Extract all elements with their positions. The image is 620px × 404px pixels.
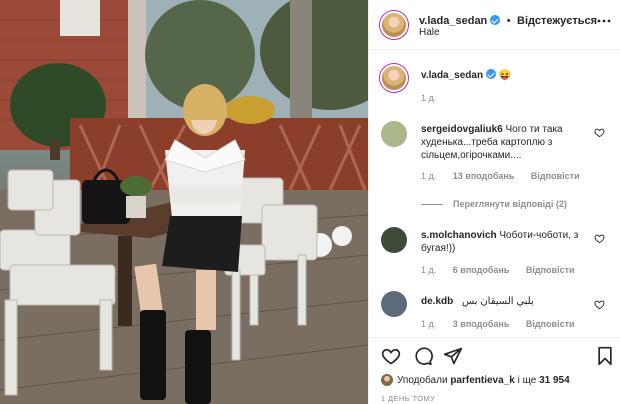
comment-likes[interactable]: 13 вподобань: [453, 171, 515, 181]
comment-username[interactable]: s.molchanovich: [421, 230, 497, 241]
comment-icon[interactable]: [413, 346, 433, 366]
caption-meta: 1 д.: [421, 93, 450, 103]
post-header: v.lada_sedan • Відстежується Hale: [369, 0, 620, 50]
comment-meta: 1 д. 6 вподобань Відповісти: [421, 265, 589, 275]
comment-time[interactable]: 1 д.: [421, 319, 436, 329]
liker-avatar[interactable]: [381, 374, 393, 386]
author-avatar[interactable]: [379, 10, 409, 40]
comment-item: s.molchanovich Чоботи-чоботи, з бугая!))…: [369, 219, 620, 281]
caption-text: v.lada_sedan 😝: [421, 69, 587, 82]
caption-username[interactable]: v.lada_sedan: [421, 70, 483, 81]
post-location[interactable]: Hale: [419, 27, 440, 38]
author-username[interactable]: v.lada_sedan: [419, 15, 487, 27]
liked-by-user[interactable]: parfentieva_k: [450, 375, 514, 386]
follow-status-button[interactable]: Відстежується: [517, 15, 597, 27]
post-photo[interactable]: [0, 0, 368, 404]
bookmark-icon[interactable]: [595, 346, 615, 366]
comment-meta: 1 д. 3 вподобань Відповісти: [421, 319, 589, 329]
post-timestamp[interactable]: 1 ДЕНЬ ТОМУ: [381, 394, 435, 403]
post-caption: v.lada_sedan 😝 1 д.: [369, 51, 620, 111]
commenter-avatar[interactable]: [381, 291, 407, 317]
post-side-panel: v.lada_sedan • Відстежується Hale v.lada…: [368, 0, 620, 404]
reply-button[interactable]: Відповісти: [526, 265, 575, 275]
view-replies-button[interactable]: Переглянути відповіді (2): [421, 199, 567, 209]
share-icon[interactable]: [443, 346, 463, 366]
comment-text: de.kdb يلبي السيقان بس: [421, 295, 587, 308]
heart-icon[interactable]: [594, 233, 605, 244]
verified-badge-icon: [486, 69, 497, 79]
comments-area[interactable]: v.lada_sedan 😝 1 д. sergeidovgaliuk6 Чог…: [369, 51, 620, 337]
comment-meta: 1 д. 13 вподобань Відповісти: [421, 171, 594, 181]
caption-avatar[interactable]: [379, 63, 409, 93]
liked-by-line: Уподобали parfentieva_k і ще 31 954: [381, 374, 570, 386]
caption-emoji: 😝: [498, 70, 512, 81]
heart-icon[interactable]: [594, 127, 605, 138]
heart-icon[interactable]: [381, 346, 401, 366]
commenter-avatar[interactable]: [381, 121, 407, 147]
comment-username[interactable]: sergeidovgaliuk6: [421, 124, 503, 135]
comment-body: يلبي السيقان بس: [462, 296, 534, 307]
heart-icon[interactable]: [594, 299, 605, 310]
comment-item: sergeidovgaliuk6 Чого ти така худенька..…: [369, 113, 620, 217]
more-horizontal-icon[interactable]: [597, 14, 611, 28]
likes-count[interactable]: 31 954: [539, 375, 570, 386]
verified-badge-icon: [490, 15, 501, 25]
reply-button[interactable]: Відповісти: [526, 319, 575, 329]
author-line: v.lada_sedan • Відстежується: [419, 11, 597, 29]
separator-dot: •: [506, 15, 511, 27]
post-actions-footer: Уподобали parfentieva_k і ще 31 954 1 ДЕ…: [369, 337, 620, 404]
liked-by-mid: і ще: [517, 375, 537, 386]
comment-text: sergeidovgaliuk6 Чого ти така худенька..…: [421, 123, 587, 162]
comment-likes[interactable]: 3 вподобань: [453, 319, 510, 329]
comment-text: s.molchanovich Чоботи-чоботи, з бугая!)): [421, 229, 587, 255]
comment-time[interactable]: 1 д.: [421, 265, 436, 275]
comment-username[interactable]: de.kdb: [421, 296, 453, 307]
post-photo-illustration: [0, 0, 368, 404]
comment-time[interactable]: 1 д.: [421, 171, 436, 181]
reply-button[interactable]: Відповісти: [531, 171, 580, 181]
caption-time[interactable]: 1 д.: [421, 93, 436, 103]
comment-likes[interactable]: 6 вподобань: [453, 265, 510, 275]
commenter-avatar[interactable]: [381, 227, 407, 253]
comment-item: de.kdb يلبي السيقان بس 1 д. 3 вподобань …: [369, 285, 620, 337]
liked-by-prefix: Уподобали: [397, 375, 448, 386]
